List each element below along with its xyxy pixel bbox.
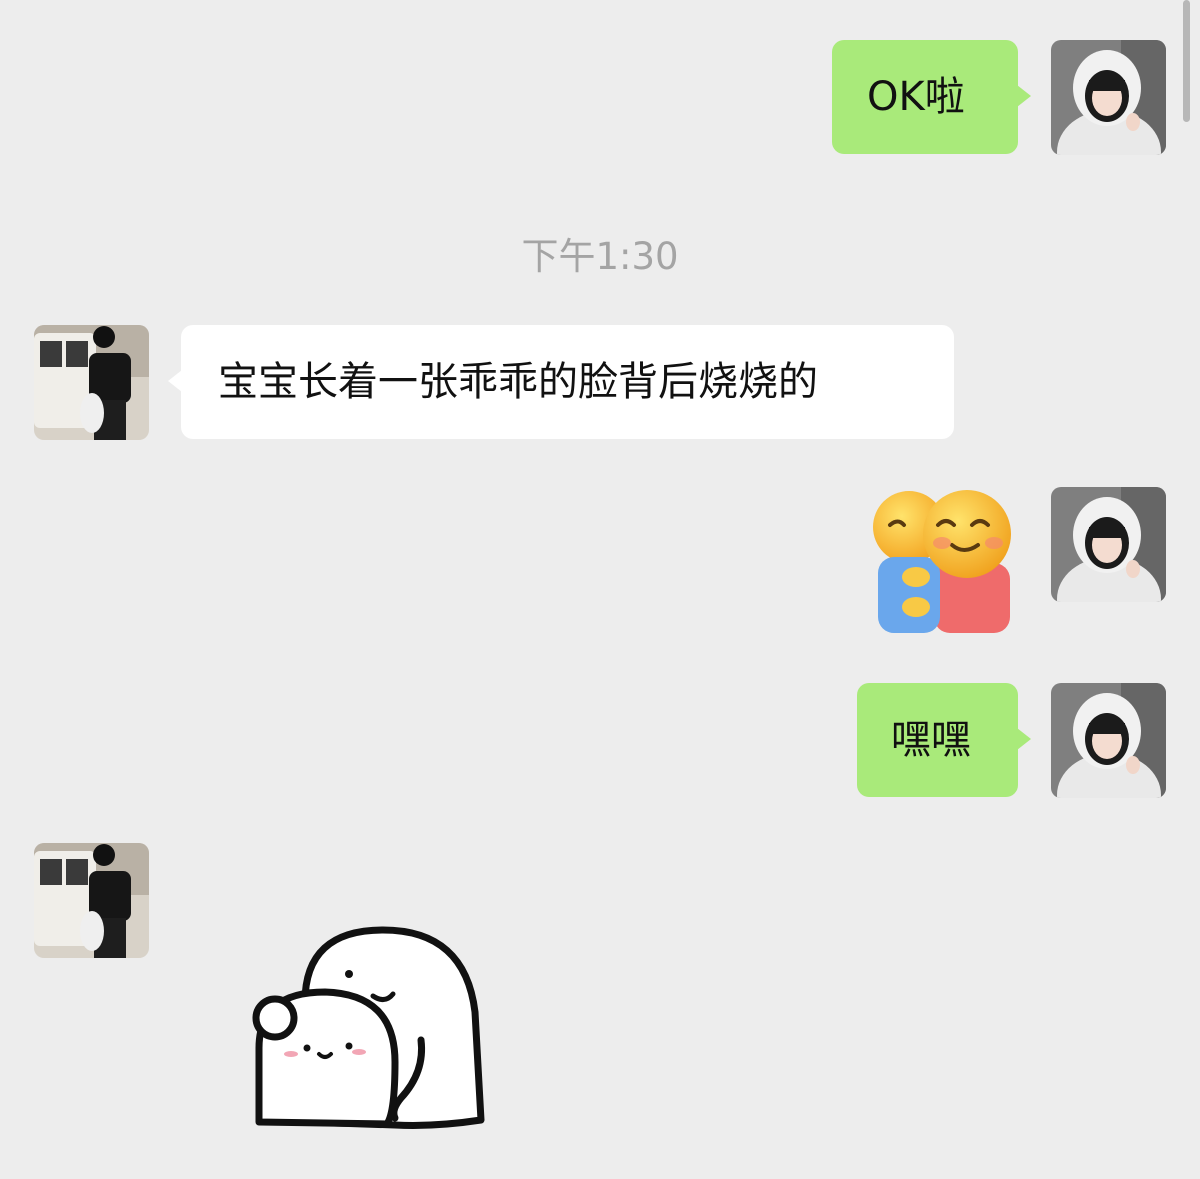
emoji-message[interactable] xyxy=(872,487,1017,635)
timestamp: 下午1:30 xyxy=(521,235,679,278)
sticker-message[interactable] xyxy=(245,922,490,1132)
man-with-car-portrait-icon xyxy=(34,843,149,958)
message-bubble-received[interactable]: 宝宝长着一张乖乖的脸背后烧烧的 xyxy=(168,325,954,439)
message-text: 宝宝长着一张乖乖的脸背后烧烧的 xyxy=(218,359,818,405)
my-avatar[interactable] xyxy=(1051,487,1166,602)
girl-portrait-icon xyxy=(1051,40,1166,155)
girl-portrait-icon xyxy=(1051,683,1166,798)
ghost-hug-sticker-icon xyxy=(252,926,485,1129)
girl-portrait-icon xyxy=(1051,487,1166,602)
my-avatar[interactable] xyxy=(1051,40,1166,155)
my-avatar[interactable] xyxy=(1051,683,1166,798)
contact-avatar[interactable] xyxy=(34,843,149,958)
hug-emoji-icon xyxy=(873,490,1011,633)
message-text: OK啦 xyxy=(867,74,965,120)
message-text: 嘿嘿 xyxy=(891,717,971,763)
scroll-indicator[interactable] xyxy=(1183,0,1190,122)
man-with-car-portrait-icon xyxy=(34,325,149,440)
message-bubble-sent[interactable]: 嘿嘿 xyxy=(857,683,1031,797)
message-bubble-sent[interactable]: OK啦 xyxy=(832,40,1031,154)
contact-avatar[interactable] xyxy=(34,325,149,440)
